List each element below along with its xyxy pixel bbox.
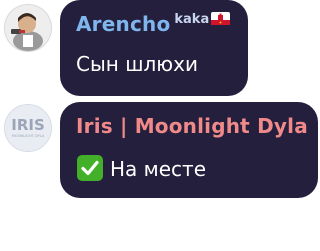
- avatar-logo-text: IRIS: [11, 116, 45, 134]
- gibraltar-flag-icon: [211, 12, 231, 25]
- sender-tag: kaka: [174, 12, 210, 27]
- message-arencho: Arencho kaka Сын шлюхи: [0, 0, 320, 100]
- avatar-arencho-icon: [5, 5, 51, 51]
- sender-name[interactable]: Arencho: [76, 12, 170, 36]
- sender-line: Iris | Moonlight Dyla: [76, 114, 308, 138]
- avatar-arencho[interactable]: [4, 4, 52, 52]
- sender-line: Arencho kaka: [76, 12, 231, 36]
- avatar-logo-subtext: MOONLIGHT DYLA: [12, 134, 45, 138]
- sender-name[interactable]: Iris | Moonlight Dyla: [76, 114, 308, 138]
- avatar-iris[interactable]: IRIS MOONLIGHT DYLA: [4, 104, 52, 152]
- check-mark-button-icon: [77, 155, 103, 181]
- message-bubble: Iris | Moonlight Dyla На месте: [60, 102, 318, 198]
- message-text: Сын шлюхи: [76, 52, 198, 76]
- chat-log: Arencho kaka Сын шлюхи IRIS MOONLIGHT DYL…: [0, 0, 320, 251]
- message-text-content: На месте: [110, 157, 206, 181]
- message-iris: IRIS MOONLIGHT DYLA Iris | Moonlight Dyl…: [0, 100, 320, 200]
- avatar-iris-logo: IRIS MOONLIGHT DYLA: [5, 105, 51, 151]
- message-text: На месте: [76, 154, 206, 182]
- message-bubble: Arencho kaka Сын шлюхи: [60, 0, 248, 96]
